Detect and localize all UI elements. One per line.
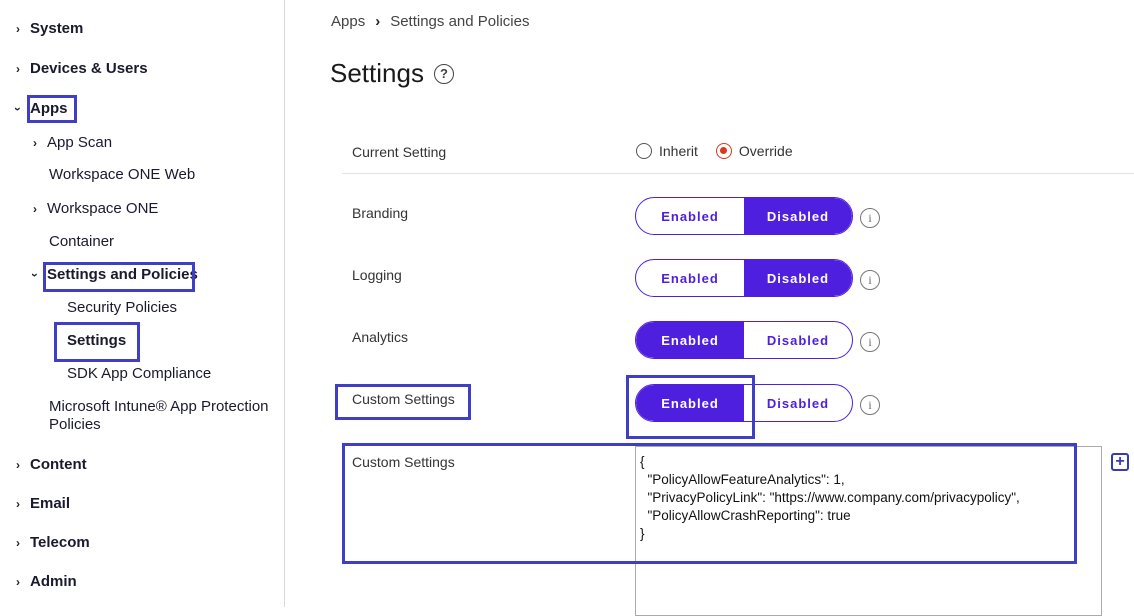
annotation-box [335, 384, 471, 420]
logging-disabled-button[interactable]: Disabled [744, 260, 852, 296]
info-icon[interactable]: i [860, 395, 880, 415]
divider [342, 173, 1134, 174]
annotation-box [43, 262, 195, 292]
info-icon[interactable]: i [860, 270, 880, 290]
sidebar-item-label: App Scan [47, 134, 113, 151]
logging-enabled-button[interactable]: Enabled [636, 260, 744, 296]
sidebar-item-app-scan[interactable]: › App Scan [33, 134, 112, 151]
breadcrumb-current: Settings and Policies [390, 13, 530, 30]
sidebar-item-label: Workspace ONE Web [49, 166, 196, 183]
sidebar-item-label: Admin [30, 573, 77, 590]
chevron-right-icon: › [16, 457, 20, 472]
annotation-box [54, 322, 140, 362]
info-icon[interactable]: i [860, 208, 880, 228]
chevron-right-icon: › [16, 496, 20, 511]
annotation-box [342, 443, 1077, 564]
inherit-radio[interactable] [636, 143, 652, 159]
sidebar-item-content[interactable]: › Content [16, 456, 87, 473]
analytics-disabled-button[interactable]: Disabled [744, 322, 852, 358]
sidebar-item-devices-users[interactable]: › Devices & Users [16, 60, 148, 77]
sidebar-item-label: SDK App Compliance [67, 365, 212, 382]
sidebar-item-label: Telecom [30, 534, 90, 551]
sidebar-item-email[interactable]: › Email [16, 495, 70, 512]
sidebar-item-label: Email [30, 495, 71, 512]
branding-enabled-button[interactable]: Enabled [636, 198, 744, 234]
annotation-box [27, 95, 77, 123]
override-radio[interactable] [715, 143, 732, 159]
page-title-text: Settings [330, 58, 424, 88]
annotation-box [626, 375, 755, 439]
branding-label: Branding [352, 205, 409, 221]
sidebar-nav: › System › Devices & Users › Apps › App … [0, 0, 285, 607]
breadcrumb-apps-link[interactable]: Apps [331, 13, 365, 30]
sidebar-item-system[interactable]: › System [16, 20, 83, 37]
sidebar-item-label: Security Policies [67, 299, 178, 316]
analytics-toggle: Enabled Disabled [635, 321, 853, 359]
sidebar-item-label: Workspace ONE [47, 200, 159, 217]
sidebar-item-label: System [30, 20, 84, 37]
logging-toggle: Enabled Disabled [635, 259, 853, 297]
custom-settings-disabled-button[interactable]: Disabled [744, 385, 852, 421]
branding-disabled-button[interactable]: Disabled [744, 198, 852, 234]
logging-label: Logging [352, 267, 402, 283]
branding-toggle: Enabled Disabled [635, 197, 853, 235]
sidebar-item-label: Microsoft Intune® App Protection [49, 398, 269, 415]
chevron-right-icon: › [375, 13, 381, 30]
sidebar-item-label: Container [49, 233, 115, 250]
breadcrumb: Apps › Settings and Policies [331, 13, 529, 30]
sidebar-item-security-policies[interactable]: Security Policies [67, 299, 177, 316]
main-content: Apps › Settings and Policies Settings ? … [286, 0, 1134, 616]
page-title: Settings ? [330, 58, 454, 89]
sidebar-item-telecom[interactable]: › Telecom [16, 534, 90, 551]
chevron-right-icon: › [16, 535, 20, 550]
sidebar-item-admin[interactable]: › Admin [16, 573, 77, 590]
sidebar-item-label: Devices & Users [30, 60, 148, 77]
sidebar-item-label: Content [30, 456, 87, 473]
sidebar-item-workspace-one-web[interactable]: Workspace ONE Web [49, 166, 195, 183]
sidebar-item-sdk-compliance[interactable]: SDK App Compliance [67, 365, 211, 382]
add-icon[interactable]: + [1111, 453, 1129, 471]
sidebar-item-intune[interactable]: Microsoft Intune® App Protection Policie… [49, 398, 269, 434]
help-icon[interactable]: ? [433, 63, 454, 84]
sidebar-item-container[interactable]: Container [49, 233, 114, 250]
current-setting-label: Current Setting [352, 144, 447, 160]
info-icon[interactable]: i [860, 332, 880, 352]
sidebar-item-label: Policies [49, 416, 101, 433]
chevron-right-icon: › [33, 135, 37, 150]
chevron-right-icon: › [33, 201, 37, 216]
sidebar-item-workspace-one[interactable]: › Workspace ONE [33, 200, 158, 217]
analytics-enabled-button[interactable]: Enabled [636, 322, 744, 358]
inherit-label: Inherit [659, 143, 698, 159]
chevron-right-icon: › [16, 574, 20, 589]
analytics-label: Analytics [352, 329, 409, 345]
current-setting-radio-group: Inherit Override [636, 143, 793, 159]
chevron-right-icon: › [16, 21, 20, 36]
chevron-right-icon: › [16, 61, 20, 76]
override-label: Override [738, 143, 793, 159]
